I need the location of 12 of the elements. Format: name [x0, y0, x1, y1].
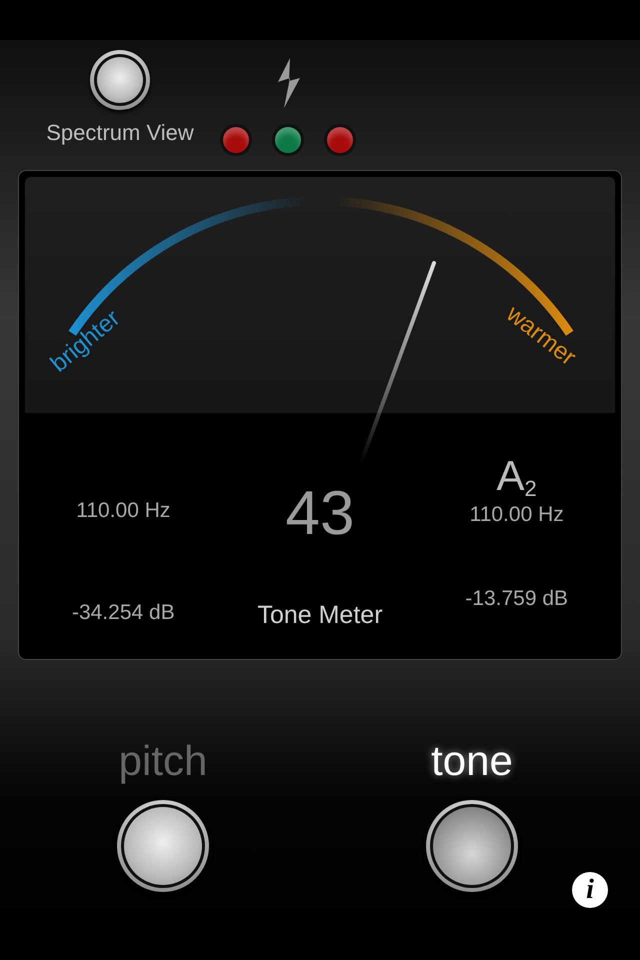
mode-label: pitch: [118, 740, 208, 782]
left-decibels: -34.254 dB: [72, 600, 175, 626]
info-button[interactable]: i: [572, 872, 608, 908]
mode-label: tone: [431, 740, 513, 782]
meter-value: 43: [286, 483, 354, 545]
right-frequency: 110.00 Hz: [470, 502, 564, 528]
left-frequency: 110.00 Hz: [76, 498, 170, 524]
right-decibels: -13.759 dB: [465, 586, 568, 612]
spectrum-view-label: Spectrum View: [46, 119, 194, 147]
spectrum-button[interactable]: [90, 50, 150, 110]
note-name: A$_{2}$: [496, 455, 537, 497]
meter-title: Tone Meter: [257, 600, 383, 631]
